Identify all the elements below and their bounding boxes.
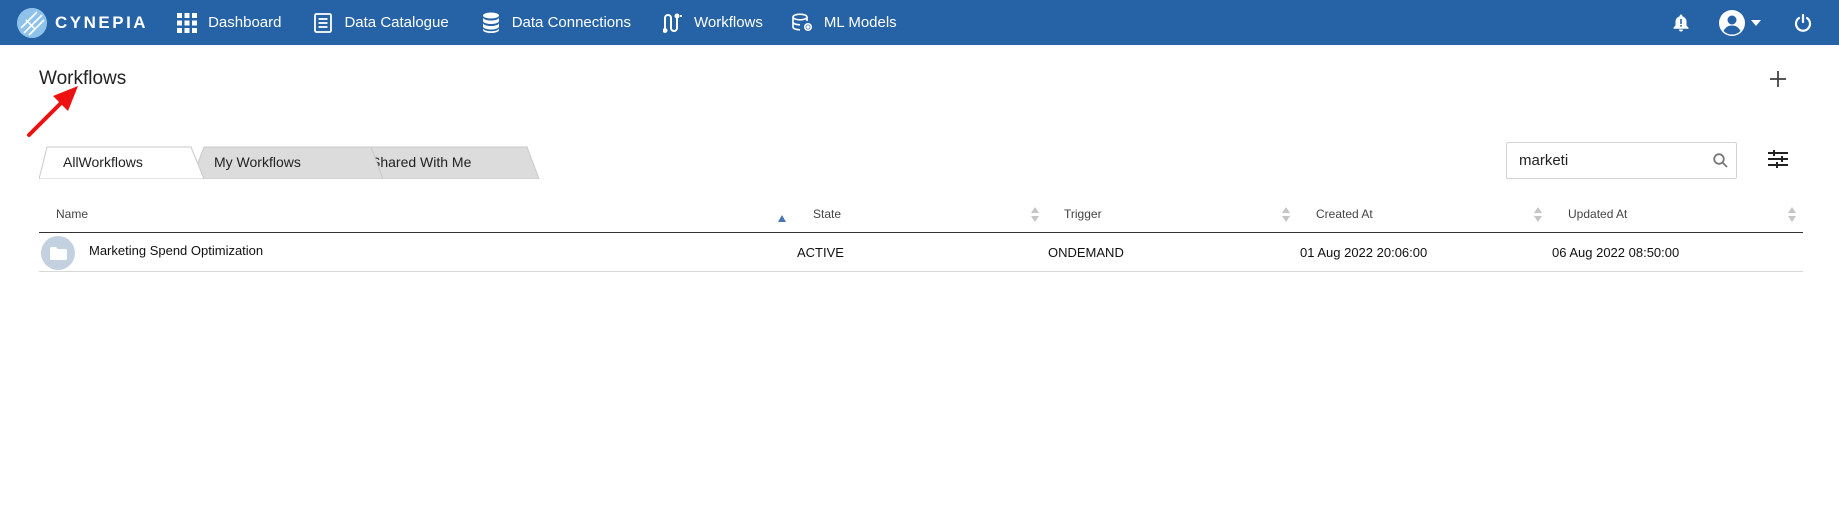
column-header-state[interactable]: State <box>813 200 1053 233</box>
sort-icon[interactable] <box>1282 205 1290 233</box>
nav-label-ml-models: ML Models <box>823 14 897 31</box>
search-box <box>1506 142 1737 179</box>
nav-item-ml-models[interactable]: ML Models <box>792 0 897 45</box>
workflow-created-at: 01 Aug 2022 20:06:00 <box>1300 245 1428 260</box>
nav-label-data-catalogue: Data Catalogue <box>344 14 449 31</box>
top-navigation-bar: CYNEPIA Dashboard Data Catalogue Data Co… <box>0 0 1839 45</box>
sort-icon[interactable] <box>1788 205 1796 233</box>
column-label-trigger: Trigger <box>1064 207 1102 221</box>
column-label-state: State <box>813 207 842 221</box>
grid-icon <box>176 12 198 34</box>
column-header-trigger[interactable]: Trigger <box>1064 200 1304 233</box>
column-label-updated-at: Updated At <box>1568 207 1628 221</box>
annotation-arrow-icon <box>26 84 82 143</box>
search-icon[interactable] <box>1713 153 1728 173</box>
column-header-created-at[interactable]: Created At <box>1316 200 1556 233</box>
sort-icon[interactable] <box>1534 205 1542 233</box>
tab-label-all-workflows: AllWorkflows <box>63 154 143 170</box>
document-icon <box>312 12 334 34</box>
sort-icon[interactable] <box>1031 205 1039 233</box>
bell-icon[interactable] <box>1671 13 1691 33</box>
column-label-created-at: Created At <box>1316 207 1373 221</box>
table-row[interactable]: Marketing Spend Optimization ACTIVE ONDE… <box>39 233 1803 272</box>
sort-ascending-icon[interactable] <box>778 205 786 233</box>
tab-label-my-workflows: My Workflows <box>214 154 301 170</box>
plus-icon[interactable] <box>1766 67 1790 91</box>
nav-item-workflows[interactable]: Workflows <box>662 0 763 45</box>
column-header-updated-at[interactable]: Updated At <box>1568 200 1803 233</box>
power-icon[interactable] <box>1793 13 1813 33</box>
workflows-table: Name State Trigger Created At Updated At <box>39 200 1803 272</box>
column-header-name[interactable]: Name <box>56 200 796 233</box>
main-nav: Dashboard Data Catalogue Data Connection… <box>176 0 897 45</box>
column-label-name: Name <box>56 207 89 221</box>
tab-my-workflows[interactable]: My Workflows <box>192 146 384 179</box>
search-input[interactable] <box>1519 143 1699 178</box>
user-avatar-icon[interactable] <box>1719 9 1745 36</box>
nav-label-workflows: Workflows <box>693 14 763 31</box>
table-header: Name State Trigger Created At Updated At <box>39 200 1803 233</box>
sliders-icon[interactable] <box>1766 147 1790 171</box>
nav-item-data-catalogue[interactable]: Data Catalogue <box>312 0 449 45</box>
nav-label-dashboard: Dashboard <box>208 14 282 31</box>
brand[interactable]: CYNEPIA <box>17 0 148 45</box>
topbar-actions <box>1671 0 1839 45</box>
tab-label-shared-with-me: Shared With Me <box>371 154 472 170</box>
ml-models-icon <box>792 12 814 34</box>
workflow-name[interactable]: Marketing Spend Optimization <box>89 233 263 272</box>
database-icon <box>480 12 502 34</box>
workflow-updated-at: 06 Aug 2022 08:50:00 <box>1552 245 1680 260</box>
nav-item-dashboard[interactable]: Dashboard <box>176 0 281 45</box>
folder-icon <box>41 236 75 270</box>
brand-name: CYNEPIA <box>55 12 149 32</box>
workflow-trigger: ONDEMAND <box>1048 245 1124 260</box>
nav-label-data-connections: Data Connections <box>511 14 631 31</box>
workflow-state: ACTIVE <box>797 245 844 260</box>
caret-down-icon[interactable] <box>1750 17 1762 29</box>
nav-item-data-connections[interactable]: Data Connections <box>480 0 631 45</box>
workflow-icon <box>662 12 684 34</box>
tab-all-workflows[interactable]: AllWorkflows <box>39 146 205 179</box>
cynepia-logo-icon <box>17 7 47 38</box>
